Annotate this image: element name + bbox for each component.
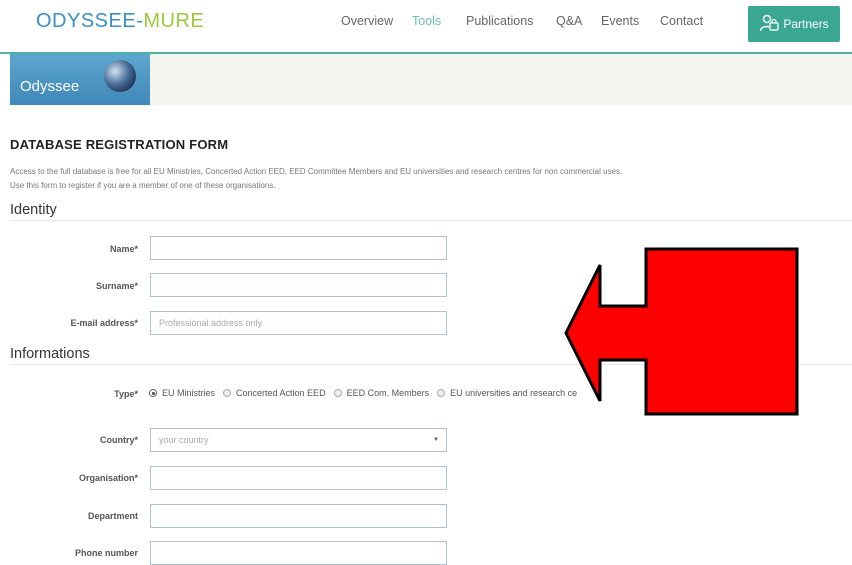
- banner-label: Odyssee: [20, 78, 80, 95]
- logo-text-odyssee: ODYSSEE-: [36, 10, 144, 32]
- partners-button[interactable]: Partners: [748, 6, 840, 42]
- name-label: Name*: [109, 244, 138, 254]
- country-label: Country*: [100, 435, 138, 445]
- type-radio-eu-ministries[interactable]: [149, 389, 157, 397]
- surname-input[interactable]: [150, 273, 447, 297]
- nav-publications[interactable]: Publications: [466, 14, 533, 28]
- country-select[interactable]: your country: [150, 428, 447, 452]
- red-arrow-annotation: [564, 247, 799, 416]
- top-navigation-bar: ODYSSEE-MURE Overview Tools Publications…: [0, 0, 852, 54]
- phone-label: Phone number: [74, 548, 138, 558]
- organisation-input[interactable]: [150, 466, 447, 490]
- type-option-label: Concerted Action EED: [236, 388, 326, 398]
- phone-input[interactable]: [150, 541, 447, 565]
- type-label: Type*: [114, 389, 138, 399]
- type-option-label: EED Com. Members: [346, 388, 430, 398]
- type-radio-concerted-action[interactable]: [223, 389, 232, 397]
- partners-lock-icon: [759, 14, 779, 35]
- type-radio-eu-universities[interactable]: [437, 389, 446, 397]
- type-radio-group: EU Ministries Concerted Action EED EED C…: [149, 388, 585, 398]
- department-input[interactable]: [150, 504, 447, 528]
- informations-section-title: Informations: [10, 346, 90, 362]
- type-option-label: EU Ministries: [162, 388, 216, 398]
- partners-label: Partners: [783, 17, 829, 31]
- intro-text-line2: Use this form to register if you are a m…: [10, 181, 276, 190]
- type-radio-eed-members[interactable]: [333, 389, 342, 397]
- organisation-label: Organisation*: [78, 473, 138, 483]
- globe-icon: [104, 60, 136, 92]
- department-label: Department: [87, 511, 138, 521]
- site-logo[interactable]: ODYSSEE-MURE: [36, 10, 204, 33]
- nav-contact[interactable]: Contact: [660, 14, 703, 28]
- intro-text-line1: Access to the full database is free for …: [10, 167, 623, 176]
- odyssee-banner[interactable]: Odyssee: [10, 54, 150, 105]
- email-label: E-mail address*: [70, 318, 138, 328]
- identity-divider: [10, 220, 852, 221]
- country-select-value: your country: [159, 435, 209, 445]
- identity-section-title: Identity: [10, 202, 57, 218]
- name-input[interactable]: [150, 236, 447, 260]
- nav-qa[interactable]: Q&A: [556, 14, 582, 28]
- form-title: DATABASE REGISTRATION FORM: [10, 137, 229, 152]
- email-input[interactable]: Professional address only: [150, 311, 447, 335]
- type-option-label: EU universities and research ce: [450, 388, 578, 398]
- nav-tools[interactable]: Tools: [412, 14, 441, 28]
- nav-events[interactable]: Events: [601, 14, 639, 28]
- logo-text-mure: MURE: [143, 10, 205, 32]
- nav-overview[interactable]: Overview: [341, 14, 393, 28]
- surname-label: Surname*: [95, 281, 138, 291]
